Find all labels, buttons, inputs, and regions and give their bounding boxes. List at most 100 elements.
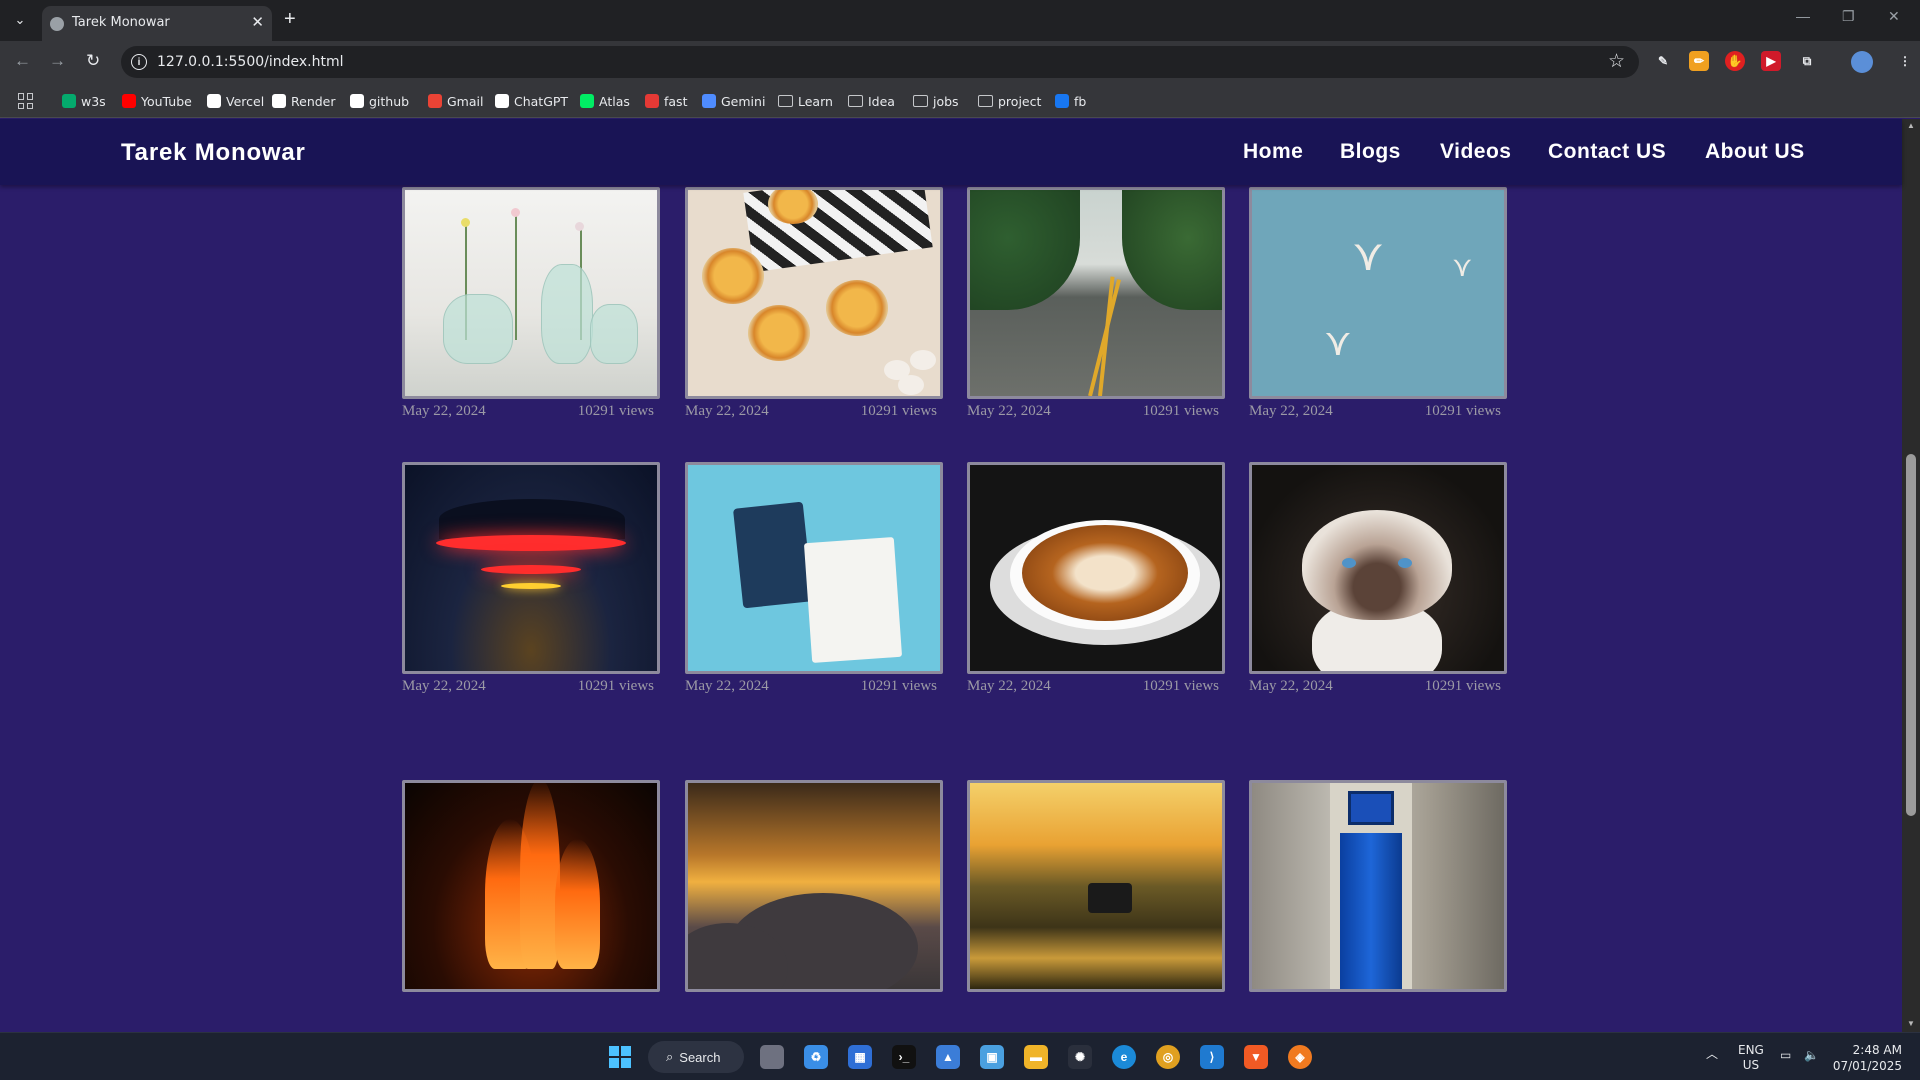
github-icon [350, 94, 364, 108]
paint-icon[interactable]: ▣ [980, 1045, 1004, 1069]
page-scrollbar[interactable]: ▲ ▼ [1902, 119, 1920, 1032]
extensions-puzzle-icon[interactable]: ⧉ [1797, 51, 1817, 71]
forward-arrow-icon[interactable]: → [49, 51, 66, 71]
nav-videos[interactable]: Videos [1440, 140, 1511, 164]
highlighter-extension-icon[interactable]: ✏ [1689, 51, 1709, 71]
bookmark-w3s[interactable]: w3s [62, 92, 106, 110]
nav-contact-us[interactable]: Contact US [1548, 140, 1666, 164]
reload-icon[interactable]: ↻ [86, 51, 100, 71]
new-tab-plus-icon[interactable]: + [284, 8, 296, 30]
volume-icon[interactable]: 🔈 [1804, 1048, 1819, 1063]
scroll-thumb[interactable] [1906, 454, 1916, 816]
gallery-card[interactable]: May 22, 2024 10291 views [402, 187, 660, 420]
red-extension-icon[interactable]: ▶ [1761, 51, 1781, 71]
card-views: 10291 views [1142, 678, 1219, 694]
gallery-image[interactable] [1249, 780, 1507, 992]
gallery-image[interactable] [685, 187, 943, 399]
gallery-image[interactable] [402, 780, 660, 992]
bookmark-gmail[interactable]: Gmail [428, 92, 483, 110]
card-views: 10291 views [577, 403, 654, 419]
gallery-card[interactable]: ⋎ ⋎ ⋎ May 22, 2024 10291 views [1249, 187, 1507, 420]
search-icon: ⌕ [666, 1049, 674, 1064]
close-tab-icon[interactable]: ✕ [251, 13, 264, 31]
gallery-card[interactable]: May 22, 2024 10291 views [967, 187, 1225, 420]
profile-avatar[interactable] [1851, 51, 1873, 73]
chatgpt-app-icon[interactable]: ✺ [1068, 1045, 1092, 1069]
bookmark-youtube[interactable]: YouTube [122, 92, 192, 110]
gallery-card[interactable]: May 22, 2024 10291 views [967, 462, 1225, 695]
gallery-image[interactable] [1249, 462, 1507, 674]
bookmark-star-icon[interactable]: ☆ [1608, 50, 1625, 73]
bookmark-gemini[interactable]: Gemini [702, 92, 765, 110]
brave-icon[interactable]: ▼ [1244, 1045, 1268, 1069]
language-indicator[interactable]: ENG US [1738, 1043, 1764, 1073]
bookmark-jobs[interactable]: jobs [913, 92, 959, 110]
system-clock[interactable]: 2:48 AM 07/01/2025 [1833, 1042, 1902, 1074]
gallery-image[interactable] [402, 187, 660, 399]
url-text[interactable]: 127.0.0.1:5500/index.html [157, 54, 344, 70]
bookmark-label: Atlas [599, 93, 630, 109]
restore-icon[interactable]: ❐ [1842, 8, 1855, 25]
bookmark-fast[interactable]: fast [645, 92, 687, 110]
gallery-card[interactable] [967, 780, 1225, 992]
minimize-icon[interactable]: — [1796, 8, 1810, 24]
active-tab[interactable]: Tarek Monowar ✕ [42, 6, 272, 41]
edge-icon[interactable]: e [1112, 1045, 1136, 1069]
vscode-icon[interactable]: ⟩ [1200, 1045, 1224, 1069]
bookmark-idea[interactable]: Idea [848, 92, 895, 110]
bookmark-chatgpt[interactable]: ChatGPT [495, 92, 568, 110]
gallery-image[interactable] [402, 462, 660, 674]
apps-grid-icon[interactable] [18, 93, 34, 109]
gallery-card[interactable]: May 22, 2024 10291 views [685, 187, 943, 420]
gmail-icon [428, 94, 442, 108]
network-icon[interactable]: ▭ [1780, 1048, 1791, 1063]
eyedropper-extension-icon[interactable]: ✎ [1653, 51, 1673, 71]
back-arrow-icon[interactable]: ← [14, 51, 31, 71]
taskbar-search[interactable]: ⌕ Search [648, 1041, 744, 1073]
card-date: May 22, 2024 [1249, 678, 1333, 694]
site-info-icon[interactable]: i [131, 54, 147, 70]
gallery-image[interactable]: ⋎ ⋎ ⋎ [1249, 187, 1507, 399]
scroll-up-icon[interactable]: ▲ [1907, 121, 1915, 130]
site-brand[interactable]: Tarek Monowar [121, 139, 306, 167]
windows-start-icon[interactable] [609, 1046, 631, 1068]
gallery-image[interactable] [685, 462, 943, 674]
orange-app-icon[interactable]: ◈ [1288, 1045, 1312, 1069]
tab-search-chevron-icon[interactable]: ⌄ [8, 8, 32, 32]
site-header: Tarek Monowar Home Blogs Videos Contact … [0, 119, 1902, 185]
window-close-icon[interactable]: ✕ [1888, 8, 1900, 25]
chrome-icon[interactable]: ◎ [1156, 1045, 1180, 1069]
photos-icon[interactable]: ▲ [936, 1045, 960, 1069]
bookmark-atlas[interactable]: Atlas [580, 92, 630, 110]
bookmark-project[interactable]: project [978, 92, 1041, 110]
bookmark-vercel[interactable]: Vercel [207, 92, 264, 110]
terminal-icon[interactable]: ›_ [892, 1045, 916, 1069]
gallery-card[interactable]: May 22, 2024 10291 views [402, 462, 660, 695]
address-bar[interactable]: i 127.0.0.1:5500/index.html ☆ [121, 46, 1639, 78]
store-icon[interactable]: ▦ [848, 1045, 872, 1069]
file-explorer-icon[interactable]: ▬ [1024, 1045, 1048, 1069]
nav-home[interactable]: Home [1243, 140, 1303, 164]
adblock-extension-icon[interactable]: ✋ [1725, 51, 1745, 71]
gallery-card[interactable]: May 22, 2024 10291 views [1249, 462, 1507, 695]
globe-icon [50, 17, 64, 31]
gallery-card[interactable] [685, 780, 943, 992]
task-view-icon[interactable] [760, 1045, 784, 1069]
gallery-card[interactable] [1249, 780, 1507, 992]
scroll-down-icon[interactable]: ▼ [1907, 1019, 1915, 1028]
gallery-image[interactable] [967, 780, 1225, 992]
gallery-image[interactable] [967, 462, 1225, 674]
bookmark-learn[interactable]: Learn [778, 92, 833, 110]
bookmark-render[interactable]: Render [272, 92, 336, 110]
gallery-image[interactable] [685, 780, 943, 992]
nav-about-us[interactable]: About US [1705, 140, 1805, 164]
recycle-bin-icon[interactable]: ♻ [804, 1045, 828, 1069]
gallery-card[interactable] [402, 780, 660, 992]
show-hidden-icons-icon[interactable]: ︿ [1706, 1047, 1718, 1062]
bookmark-github[interactable]: github [350, 92, 409, 110]
bookmark-fb[interactable]: fb [1055, 92, 1086, 110]
browser-menu-icon[interactable]: ⋮ [1895, 51, 1915, 71]
gallery-image[interactable] [967, 187, 1225, 399]
nav-blogs[interactable]: Blogs [1340, 140, 1401, 164]
gallery-card[interactable]: May 22, 2024 10291 views [685, 462, 943, 695]
